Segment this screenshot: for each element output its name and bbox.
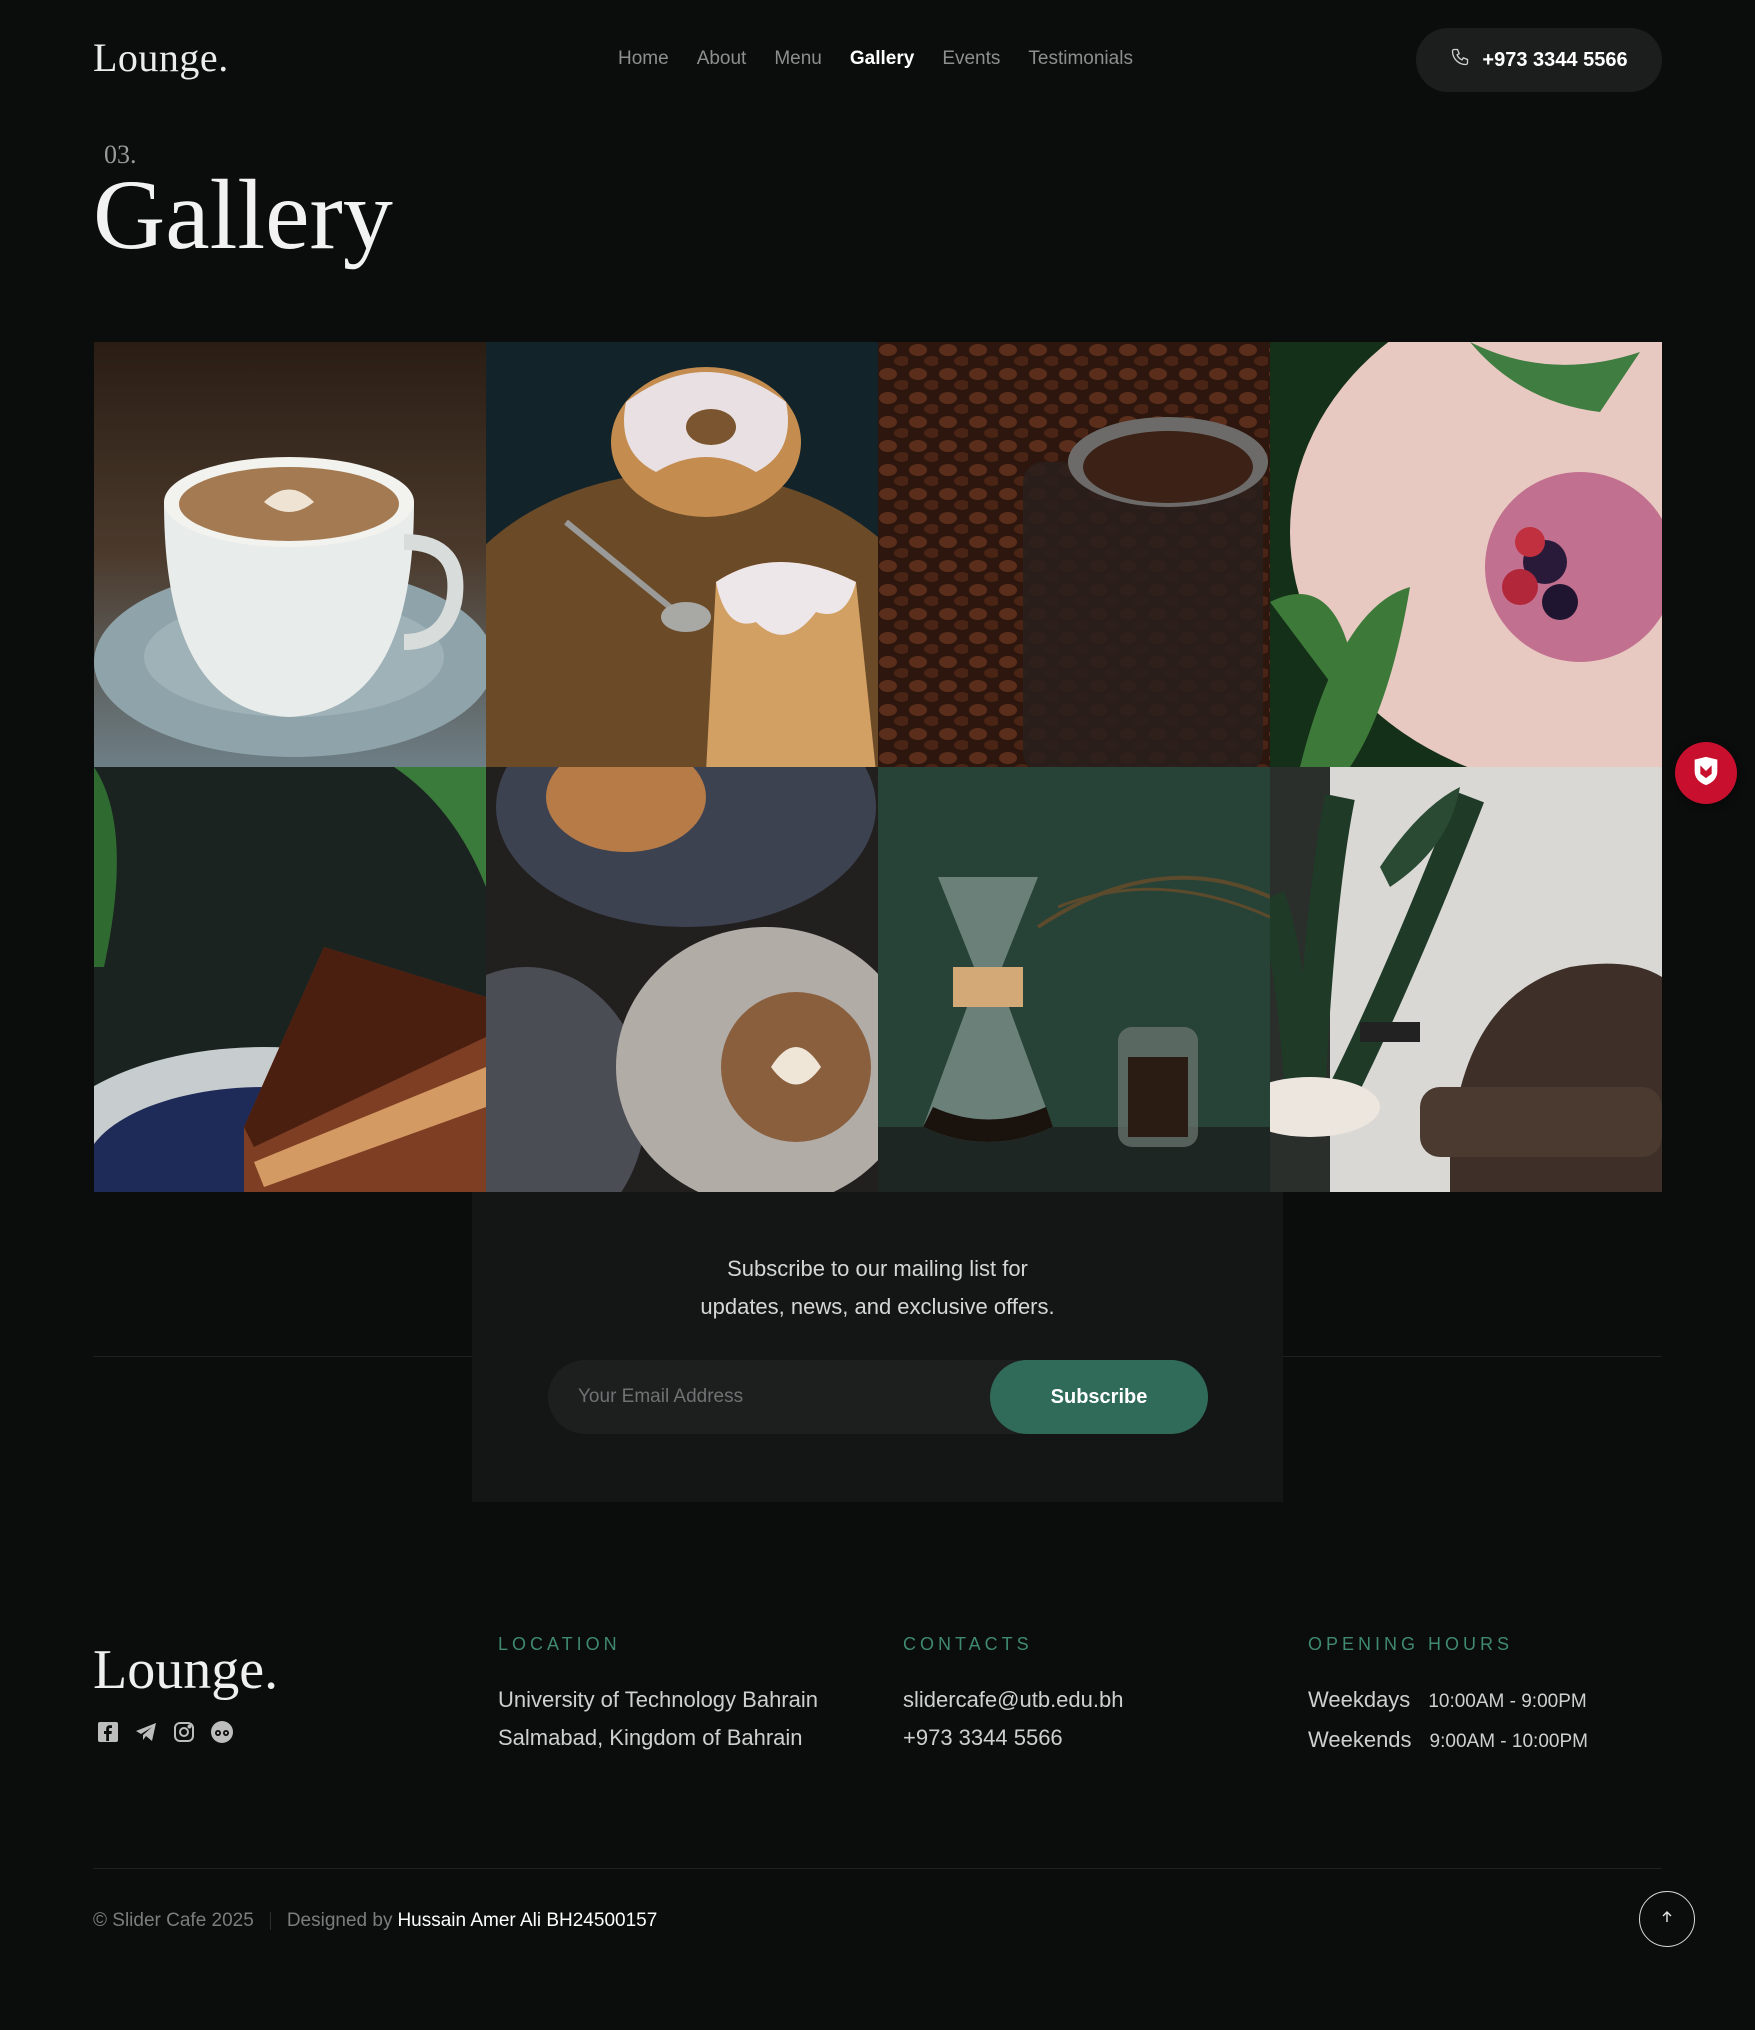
- instagram-icon[interactable]: [172, 1720, 196, 1744]
- weekdays-time: 10:00AM - 9:00PM: [1428, 1691, 1587, 1712]
- footer-hours: OPENING HOURS Weekdays 10:00AM - 9:00PM …: [1308, 1634, 1588, 1761]
- arrow-up-icon: [1659, 1909, 1675, 1930]
- phone-icon: [1450, 47, 1470, 73]
- phone-number: +973 3344 5566: [1482, 48, 1628, 71]
- subscribe-button[interactable]: Subscribe: [990, 1360, 1208, 1434]
- location-line-1: University of Technology Bahrain: [498, 1687, 818, 1712]
- hours-weekends: Weekends 9:00AM - 10:00PM: [1308, 1721, 1588, 1761]
- contact-email[interactable]: slidercafe@utb.edu.bh: [903, 1681, 1123, 1719]
- tripadvisor-icon[interactable]: [210, 1720, 234, 1744]
- location-heading: LOCATION: [498, 1634, 621, 1654]
- newsletter-line-2: updates, news, and exclusive offers.: [700, 1294, 1055, 1319]
- nav-events[interactable]: Events: [942, 48, 1000, 70]
- telegram-icon[interactable]: [134, 1720, 158, 1744]
- newsletter-text: Subscribe to our mailing list for update…: [472, 1250, 1283, 1326]
- hours-heading: OPENING HOURS: [1308, 1634, 1514, 1654]
- author-name[interactable]: Hussain Amer Ali BH24500157: [397, 1910, 657, 1932]
- weekends-label: Weekends: [1308, 1727, 1412, 1752]
- gallery-image-coffee-beans-jar[interactable]: [878, 342, 1270, 767]
- separator: [269, 1912, 271, 1930]
- back-to-top-button[interactable]: [1639, 1891, 1695, 1947]
- site-logo[interactable]: Lounge.: [93, 34, 229, 81]
- copyright-bar: © Slider Cafe 2025 Designed by Hussain A…: [93, 1910, 657, 1932]
- weekdays-label: Weekdays: [1308, 1687, 1411, 1712]
- gallery-image-chemex-coffee[interactable]: [878, 767, 1270, 1192]
- main-nav: Home About Menu Gallery Events Testimoni…: [618, 48, 1133, 70]
- newsletter-line-1: Subscribe to our mailing list for: [727, 1256, 1028, 1281]
- gallery-image-latte-cup[interactable]: [94, 342, 486, 767]
- gallery-image-burger-and-latte[interactable]: [486, 767, 878, 1192]
- nav-menu[interactable]: Menu: [774, 48, 822, 70]
- facebook-icon[interactable]: [96, 1720, 120, 1744]
- nav-testimonials[interactable]: Testimonials: [1028, 48, 1133, 70]
- gallery-image-lounge-chair-plant[interactable]: [1270, 767, 1662, 1192]
- weekends-time: 9:00AM - 10:00PM: [1429, 1731, 1588, 1752]
- site-header: Lounge. Home About Menu Gallery Events T…: [0, 0, 1755, 120]
- footer-logo[interactable]: Lounge.: [93, 1638, 278, 1702]
- location-line-2: Salmabad, Kingdom of Bahrain: [498, 1725, 803, 1750]
- divider: [1283, 1356, 1662, 1357]
- footer-location: LOCATION University of Technology Bahrai…: [498, 1634, 818, 1757]
- footer-contacts: CONTACTS slidercafe@utb.edu.bh +973 3344…: [903, 1634, 1123, 1757]
- page-title: Gallery: [93, 159, 393, 270]
- contacts-heading: CONTACTS: [903, 1634, 1033, 1654]
- gallery-image-bundt-cake[interactable]: [486, 342, 878, 767]
- gallery-image-chocolate-cake[interactable]: [94, 767, 486, 1192]
- designed-by-label: Designed by: [286, 1910, 393, 1931]
- nav-about[interactable]: About: [697, 48, 747, 70]
- divider: [93, 1356, 472, 1357]
- footer-divider: [93, 1868, 1662, 1869]
- nav-home[interactable]: Home: [618, 48, 669, 70]
- copyright-text: © Slider Cafe 2025: [93, 1910, 254, 1931]
- security-shield-badge[interactable]: [1675, 742, 1737, 804]
- newsletter-box: Subscribe to our mailing list for update…: [472, 1192, 1283, 1502]
- hours-weekdays: Weekdays 10:00AM - 9:00PM: [1308, 1681, 1588, 1721]
- newsletter-form: Subscribe: [548, 1360, 1208, 1434]
- gallery-image-berry-smoothie[interactable]: [1270, 342, 1662, 767]
- contact-phone[interactable]: +973 3344 5566: [903, 1719, 1123, 1757]
- email-input[interactable]: [548, 1360, 988, 1434]
- social-links: [96, 1720, 234, 1744]
- gallery-grid: [94, 342, 1662, 1192]
- shield-icon: [1689, 754, 1723, 793]
- phone-button[interactable]: +973 3344 5566: [1416, 28, 1662, 92]
- nav-gallery[interactable]: Gallery: [850, 48, 914, 70]
